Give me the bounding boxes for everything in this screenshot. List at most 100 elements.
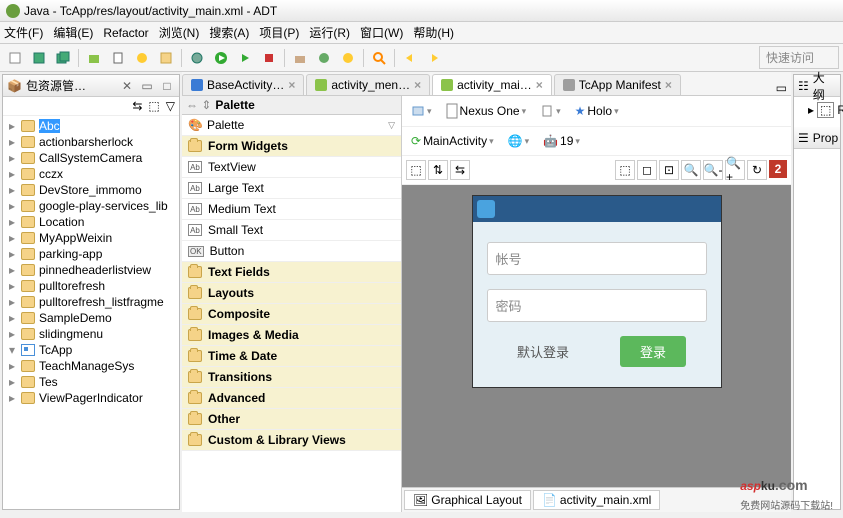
close-icon[interactable]: × <box>665 78 672 92</box>
tab-graphical-layout[interactable]: 🖼Graphical Layout <box>404 490 531 510</box>
tree-item-abc[interactable]: ▸Abc <box>3 118 179 134</box>
back-button[interactable] <box>399 47 421 69</box>
zoom-in-button[interactable]: 🔍+ <box>725 160 745 180</box>
debug-button[interactable] <box>186 47 208 69</box>
palette-item[interactable]: AbLarge Text <box>182 178 401 199</box>
tree-item-actionbarsherlock[interactable]: ▸actionbarsherlock <box>3 134 179 150</box>
menu-project[interactable]: 项目(P) <box>259 24 299 41</box>
sdk-manager-button[interactable] <box>83 47 105 69</box>
run-last-button[interactable] <box>234 47 256 69</box>
palette-item[interactable]: Composite <box>182 304 401 325</box>
palette-item[interactable]: AbMedium Text <box>182 199 401 220</box>
editor-tab[interactable]: TcApp Manifest× <box>554 74 681 95</box>
save-all-button[interactable] <box>52 47 74 69</box>
tree-item-viewpagerindicator[interactable]: ▸ViewPagerIndicator <box>3 390 179 406</box>
orientation-button[interactable]: ▾ <box>535 101 566 121</box>
align-h-button[interactable]: ⇅ <box>428 160 448 180</box>
palette-item[interactable]: Custom & Library Views <box>182 430 401 451</box>
login-button[interactable]: 登录 <box>620 336 686 367</box>
new-project-button[interactable] <box>155 47 177 69</box>
palette-item[interactable]: Time & Date <box>182 346 401 367</box>
zoom-reset-button[interactable]: ◻ <box>637 160 657 180</box>
default-login-button[interactable]: 默认登录 <box>507 336 579 367</box>
menu-file[interactable]: 文件(F) <box>4 24 43 41</box>
save-button[interactable] <box>28 47 50 69</box>
palette-nav-icon[interactable]: ⇔ ⇕ <box>186 98 211 112</box>
align-v-button[interactable]: ⇆ <box>450 160 470 180</box>
palette-item[interactable]: Text Fields <box>182 262 401 283</box>
external-tools-button[interactable] <box>258 47 280 69</box>
tree-item-google-play-services_lib[interactable]: ▸google-play-services_lib <box>3 198 179 214</box>
tree-item-parking-app[interactable]: ▸parking-app <box>3 246 179 262</box>
open-type-button[interactable] <box>337 47 359 69</box>
tree-item-tcapp[interactable]: ▾TcApp <box>3 342 179 358</box>
close-panel-icon[interactable]: ✕ <box>119 78 135 94</box>
tree-item-teachmanagesys[interactable]: ▸TeachManageSys <box>3 358 179 374</box>
collapse-all-icon[interactable]: ⇆ <box>132 99 142 113</box>
editor-tab[interactable]: activity_mai…× <box>432 74 552 95</box>
forward-button[interactable] <box>423 47 445 69</box>
zoom-100-button[interactable]: 🔍 <box>681 160 701 180</box>
device-chooser[interactable]: Nexus One▾ <box>441 100 532 122</box>
tree-item-tes[interactable]: ▸Tes <box>3 374 179 390</box>
menu-help[interactable]: 帮助(H) <box>413 24 454 41</box>
editor-tab[interactable]: BaseActivity…× <box>182 74 304 95</box>
link-editor-icon[interactable]: ⬚ <box>148 99 159 113</box>
clip-button[interactable]: ⬚ <box>615 160 635 180</box>
palette-item[interactable]: Form Widgets <box>182 136 401 157</box>
tree-item-sampledemo[interactable]: ▸SampleDemo <box>3 310 179 326</box>
tree-item-devstore_immomo[interactable]: ▸DevStore_immomo <box>3 182 179 198</box>
refresh-button[interactable]: ↻ <box>747 160 767 180</box>
run-button[interactable] <box>210 47 232 69</box>
palette-item[interactable]: AbTextView <box>182 157 401 178</box>
palette-item[interactable]: Advanced <box>182 388 401 409</box>
palette-item[interactable]: OKButton <box>182 241 401 262</box>
tree-item-callsystemcamera[interactable]: ▸CallSystemCamera <box>3 150 179 166</box>
outline-root[interactable]: ▸ ⬚ R <box>798 101 836 119</box>
new-class-button[interactable] <box>313 47 335 69</box>
menu-run[interactable]: 运行(R) <box>309 24 350 41</box>
tree-item-pinnedheaderlistview[interactable]: ▸pinnedheaderlistview <box>3 262 179 278</box>
api-chooser[interactable]: 🤖19▾ <box>538 131 585 151</box>
tree-item-cczx[interactable]: ▸cczx <box>3 166 179 182</box>
editor-tab[interactable]: activity_men…× <box>306 74 430 95</box>
locale-chooser[interactable]: 🌐▾ <box>503 131 534 151</box>
account-input[interactable]: 帐号 <box>487 242 707 275</box>
tab-xml-source[interactable]: 📄activity_main.xml <box>533 490 660 510</box>
tree-item-pulltorefresh_listfragme[interactable]: ▸pulltorefresh_listfragme <box>3 294 179 310</box>
activity-chooser[interactable]: ⟳MainActivity▾ <box>406 131 499 151</box>
minimize-panel-icon[interactable]: ▭ <box>139 78 155 94</box>
minimize-editor-icon[interactable]: ▭ <box>772 81 791 95</box>
tree-item-myappweixin[interactable]: ▸MyAppWeixin <box>3 230 179 246</box>
error-badge[interactable]: 2 <box>769 160 787 178</box>
maximize-panel-icon[interactable]: □ <box>159 78 175 94</box>
menu-edit[interactable]: 编辑(E) <box>53 24 93 41</box>
password-input[interactable]: 密码 <box>487 289 707 322</box>
tree-item-slidingmenu[interactable]: ▸slidingmenu <box>3 326 179 342</box>
palette-item[interactable]: Layouts <box>182 283 401 304</box>
new-package-button[interactable] <box>289 47 311 69</box>
tree-item-location[interactable]: ▸Location <box>3 214 179 230</box>
menu-window[interactable]: 窗口(W) <box>360 24 403 41</box>
tree-item-pulltorefresh[interactable]: ▸pulltorefresh <box>3 278 179 294</box>
avd-manager-button[interactable] <box>107 47 129 69</box>
toggle-viewport-button[interactable]: ⬚ <box>406 160 426 180</box>
palette-selector[interactable]: 🎨Palette ▽ <box>182 115 401 136</box>
menu-search[interactable]: 搜索(A) <box>209 24 249 41</box>
zoom-fit-button[interactable]: ⊡ <box>659 160 679 180</box>
theme-chooser[interactable]: ★Holo▾ <box>570 101 624 121</box>
menu-navigate[interactable]: 浏览(N) <box>159 24 200 41</box>
close-icon[interactable]: × <box>288 78 295 92</box>
quick-access-input[interactable]: 快速访问 <box>759 46 839 69</box>
close-icon[interactable]: × <box>536 78 543 92</box>
zoom-out-button[interactable]: 🔍- <box>703 160 723 180</box>
palette-item[interactable]: Transitions <box>182 367 401 388</box>
config-chooser[interactable]: ▾ <box>406 101 437 121</box>
palette-item[interactable]: AbSmall Text <box>182 220 401 241</box>
close-icon[interactable]: × <box>414 78 421 92</box>
palette-item[interactable]: Other <box>182 409 401 430</box>
design-canvas[interactable]: 帐号 密码 默认登录 登录 <box>402 185 791 487</box>
palette-item[interactable]: Images & Media <box>182 325 401 346</box>
new-button[interactable] <box>4 47 26 69</box>
view-menu-icon[interactable]: ▽ <box>166 99 175 113</box>
